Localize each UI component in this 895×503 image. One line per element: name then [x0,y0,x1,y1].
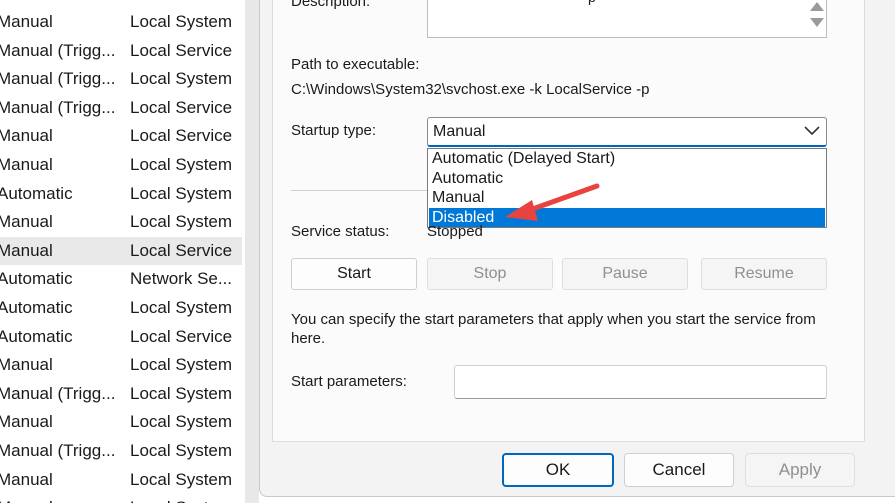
divider [291,190,427,191]
service-startup-type: Automatic [0,298,73,317]
service-logon-as: Local Service [130,240,233,260]
start-parameters-input[interactable] [454,365,827,399]
service-logon-as: Local System [130,383,233,403]
service-startup-type: Manual [0,412,53,432]
service-logon-as: Network Se... [130,269,233,289]
service-startup-type: Manual [0,355,53,375]
chevron-down-icon[interactable] [804,124,820,136]
path-label: Path to executable: [291,56,420,73]
scroll-up-icon[interactable] [810,2,824,11]
service-startup-type: Manual (Trigg... [0,40,116,60]
startup-type-label: Startup type: [291,122,377,139]
service-startup-type: Manual [0,12,53,31]
service-startup-type: Manual [0,469,53,489]
service-startup-type: Manual (Trigg... [0,383,116,403]
cancel-button[interactable]: Cancel [624,453,734,487]
service-logon-as: Local System [130,298,233,317]
service-row[interactable]: Manual Local System [0,151,242,180]
startup-type-dropdown: Automatic (Delayed Start) Automatic Manu… [427,148,827,228]
start-button[interactable]: Start [291,258,417,290]
service-row[interactable]: Automatic Local System [0,294,242,323]
service-row[interactable]: Manual Local System [0,208,242,237]
service-row[interactable]: Manual Local System [0,8,242,37]
start-parameters-label: Start parameters: [291,373,407,390]
service-startup-type: Manual (Trigg... [0,69,116,89]
service-row[interactable]: Manual (Trigg... Local Service [0,37,242,66]
description-scrollbar[interactable] [806,0,826,36]
service-startup-type: Automatic [0,183,73,203]
service-row[interactable]: Automatic Local Service [0,323,242,352]
service-startup-type: Automatic [0,326,73,346]
service-row[interactable]: Manual (Trigg... Local System [0,437,242,466]
service-startup-type: Manual (Trigg... [0,441,116,460]
desktop-gap [245,0,259,503]
service-logon-as: Local Service [130,326,233,346]
service-startup-type: Manual [0,494,122,503]
description-box: p [427,0,827,38]
option-automatic-delayed[interactable]: Automatic (Delayed Start) [429,149,825,169]
service-logon-as: Local System [130,69,233,89]
ok-button[interactable]: OK [502,453,614,487]
start-params-hint: You can specify the start parameters tha… [291,311,816,347]
service-logon-as: Local Service [130,40,233,60]
option-disabled[interactable]: Disabled [429,207,825,227]
service-row[interactable]: Manual Local Service [0,122,242,151]
startup-type-combobox[interactable]: Manual [427,117,827,147]
pause-button[interactable]: Pause [562,258,688,290]
service-logon-as: Local Service [130,97,233,117]
startup-type-value: Manual [433,123,486,140]
scroll-down-icon[interactable] [810,18,824,27]
service-properties-dialog: Description: p Path to executable: C:\Wi… [259,0,895,497]
service-row[interactable]: Automatic Network Se... [0,265,242,294]
service-row[interactable]: Manual (Trigg... Local System [0,65,242,94]
service-row[interactable]: Manual (Trigg... Local Service [0,94,242,123]
service-logon-as: Local System [130,412,233,432]
service-status-label: Service status: [291,223,390,240]
general-tab-panel: Description: p Path to executable: C:\Wi… [272,0,865,442]
service-logon-as: Local System [130,12,233,31]
service-logon-as: Local System [130,212,233,232]
apply-button[interactable]: Apply [745,453,855,487]
service-logon-as: Local System [130,469,233,489]
service-row[interactable]: Manual Local System [0,351,242,380]
service-row[interactable]: Manual Local System [0,466,242,495]
path-value: C:\Windows\System32\svchost.exe -k Local… [291,81,650,98]
service-startup-type: Automatic [0,269,73,289]
service-logon-as: Local Service [130,126,233,146]
service-row[interactable]: Manual (Trigg... Local System [0,380,242,409]
service-status-value: Stopped [427,223,483,240]
service-startup-type: Manual (Trigg... [0,97,116,117]
description-text: p [588,0,596,5]
stop-button[interactable]: Stop [427,258,553,290]
service-logon-as: Local System [130,494,242,503]
service-startup-type: Manual [0,212,53,232]
service-startup-type: Manual [0,126,53,146]
service-row[interactable]: Manual Local System [0,494,242,503]
service-logon-as: Local System [130,155,233,174]
option-manual[interactable]: Manual [429,188,825,208]
services-list: Manual Local System Manual (Trigg... Local … [0,0,245,503]
option-automatic[interactable]: Automatic [429,169,825,189]
service-logon-as: Local System [130,355,233,375]
description-label: Description: [291,0,371,10]
service-row[interactable]: Manual Local System [0,408,242,437]
service-row[interactable]: Automatic Local System [0,180,242,209]
service-startup-type: Manual [0,240,53,260]
resume-button[interactable]: Resume [701,258,827,290]
service-logon-as: Local System [130,183,233,203]
service-startup-type: Manual [0,155,53,174]
service-logon-as: Local System [130,441,233,460]
service-row[interactable]: Manual Local Service [0,236,242,266]
